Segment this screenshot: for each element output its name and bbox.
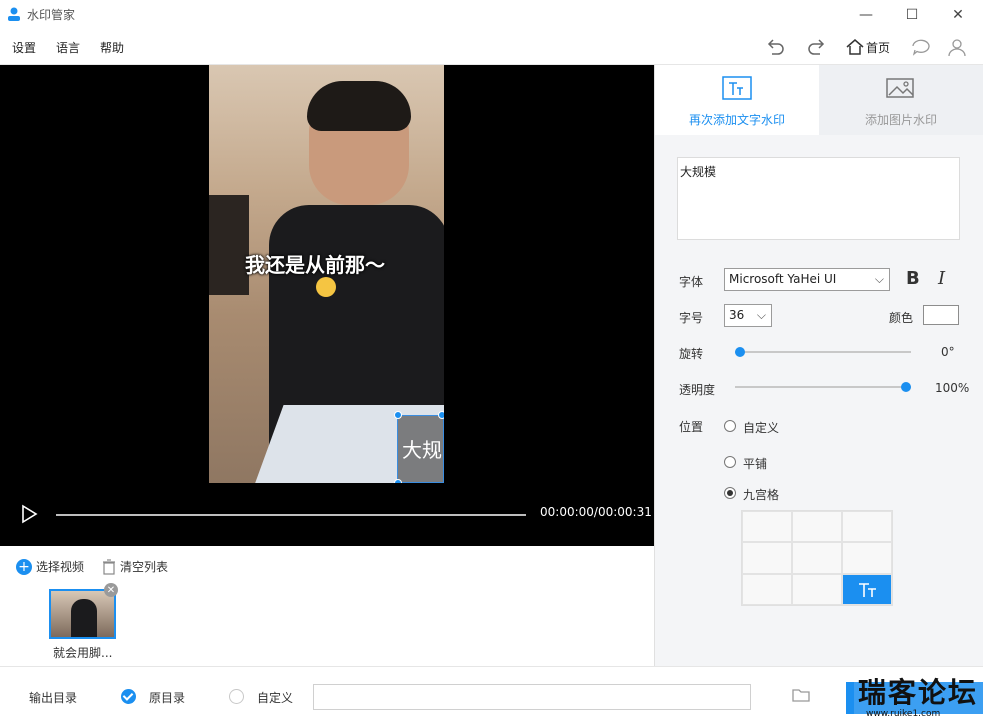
grid-cell-top-left[interactable] [742, 511, 792, 543]
minimize-button[interactable]: — [843, 0, 889, 29]
laughing-emoji-icon [316, 277, 336, 297]
chevron-down-icon: ⌵ [874, 272, 884, 286]
video-preview: 我还是从前那～ 大规 [0, 65, 654, 483]
close-button[interactable]: ✕ [935, 0, 981, 29]
menu-language[interactable]: 语言 [56, 39, 80, 56]
color-label: 颜色 [889, 311, 914, 325]
position-tile-label: 平铺 [743, 457, 768, 471]
forum-name: 瑞客论坛 [858, 676, 979, 709]
grid-cell-top-right[interactable] [842, 511, 892, 543]
home-icon[interactable] [845, 37, 865, 57]
clear-list-button[interactable]: 清空列表 [102, 558, 168, 575]
video-thumbnail[interactable] [49, 589, 116, 639]
position-custom-radio[interactable] [724, 420, 736, 432]
text-position-icon [859, 582, 876, 597]
rotate-slider-knob[interactable] [735, 347, 745, 357]
tab-image-label: 添加图片水印 [864, 113, 937, 127]
rotate-value: 0° [941, 345, 955, 359]
font-label: 字体 [679, 275, 704, 289]
rotate-slider[interactable] [735, 351, 911, 353]
grid-cell-bottom-right[interactable] [842, 573, 892, 605]
remove-video-icon[interactable]: ✕ [104, 583, 118, 597]
menu-help[interactable]: 帮助 [100, 39, 124, 56]
menu-bar: 设置 语言 帮助 首页 [0, 29, 983, 65]
tab-image-watermark[interactable]: 添加图片水印 [819, 65, 983, 135]
font-select[interactable]: Microsoft YaHei UI ⌵ [724, 268, 890, 291]
tab-text-label: 再次添加文字水印 [688, 113, 785, 127]
resize-handle-top-left[interactable] [394, 411, 402, 419]
player-controls: 00:00:00/00:00:31 [0, 483, 654, 546]
undo-icon[interactable] [764, 36, 786, 58]
rotate-handle[interactable] [438, 411, 444, 419]
redo-icon[interactable] [806, 36, 828, 58]
custom-dir-label: 自定义 [257, 691, 294, 705]
file-list: + 选择视频 清空列表 ✕ 就会用脚... [0, 546, 654, 666]
original-dir-radio[interactable] [121, 689, 136, 704]
position-custom-label: 自定义 [743, 421, 780, 435]
italic-button[interactable]: I [938, 268, 945, 289]
forum-watermark-overlay: 瑞客论坛 www.ruike1.com [854, 669, 983, 725]
grid-cell-center[interactable] [792, 542, 842, 574]
grid-cell-middle-left[interactable] [742, 542, 792, 574]
position-label: 位置 [679, 420, 704, 434]
app-logo-icon [8, 7, 20, 21]
bold-button[interactable]: B [906, 268, 920, 289]
window-title: 水印管家 [27, 8, 76, 22]
menu-settings[interactable]: 设置 [12, 39, 36, 56]
size-select[interactable]: 36 ⌵ [724, 304, 772, 327]
opacity-value: 100% [935, 381, 970, 395]
size-select-value: 36 [729, 308, 745, 322]
size-label: 字号 [679, 311, 704, 325]
forum-url: www.ruike1.com [866, 709, 941, 719]
rotate-label: 旋转 [679, 347, 704, 361]
font-select-value: Microsoft YaHei UI [729, 272, 837, 286]
video-filename: 就会用脚... [53, 646, 113, 660]
opacity-label: 透明度 [679, 383, 716, 397]
watermark-settings-panel: 再次添加文字水印 添加图片水印 大规模 字体 Microsoft YaHei U… [654, 65, 983, 666]
original-dir-label: 原目录 [149, 691, 186, 705]
image-watermark-icon [886, 78, 914, 98]
color-picker[interactable] [923, 305, 959, 325]
grid-cell-middle-right[interactable] [842, 542, 892, 574]
maximize-button[interactable]: ☐ [889, 0, 935, 29]
position-tile-radio[interactable] [724, 456, 736, 468]
plus-icon: + [16, 558, 32, 575]
clear-list-label: 清空列表 [120, 560, 169, 574]
trash-icon [103, 558, 115, 575]
video-frame: 我还是从前那～ 大规 [209, 65, 444, 483]
playback-time: 00:00:00/00:00:31 [540, 505, 652, 519]
output-dir-label: 输出目录 [29, 691, 78, 705]
add-video-label: 选择视频 [36, 560, 85, 574]
add-video-button[interactable]: + 选择视频 [16, 558, 84, 575]
chat-icon[interactable] [910, 36, 932, 58]
watermark-preview-text: 大规 [402, 438, 442, 462]
custom-dir-radio[interactable] [229, 689, 244, 704]
progress-bar[interactable] [56, 514, 526, 516]
grid-cell-bottom-left[interactable] [742, 573, 792, 605]
position-grid-label: 九宫格 [743, 488, 780, 502]
folder-icon[interactable] [792, 687, 810, 703]
tab-text-watermark[interactable]: 再次添加文字水印 [655, 65, 819, 135]
video-subtitle: 我还是从前那～ [245, 253, 385, 277]
chevron-down-icon: ⌵ [756, 308, 766, 322]
user-icon[interactable] [946, 36, 968, 58]
fireplace-shape [209, 195, 249, 295]
opacity-slider-knob[interactable] [901, 382, 911, 392]
play-icon[interactable] [18, 503, 40, 525]
person-hair-shape [307, 81, 411, 131]
position-grid-radio[interactable] [724, 487, 736, 499]
output-path-input[interactable] [313, 684, 751, 710]
nine-grid-selector [741, 510, 893, 606]
title-bar: 水印管家 — ☐ ✕ [0, 0, 983, 29]
opacity-slider[interactable] [735, 386, 911, 388]
thumbnail-person-shape [71, 599, 97, 637]
home-link[interactable]: 首页 [866, 39, 890, 56]
output-bar: 输出目录 原目录 自定义 瑞客论坛 www.ruike1.com [0, 666, 983, 725]
grid-cell-bottom-center[interactable] [792, 573, 842, 605]
text-watermark-icon [722, 76, 752, 100]
grid-cell-top-center[interactable] [792, 511, 842, 543]
watermark-text-input[interactable]: 大规模 [677, 157, 960, 240]
watermark-preview-box[interactable]: 大规 [397, 415, 444, 483]
